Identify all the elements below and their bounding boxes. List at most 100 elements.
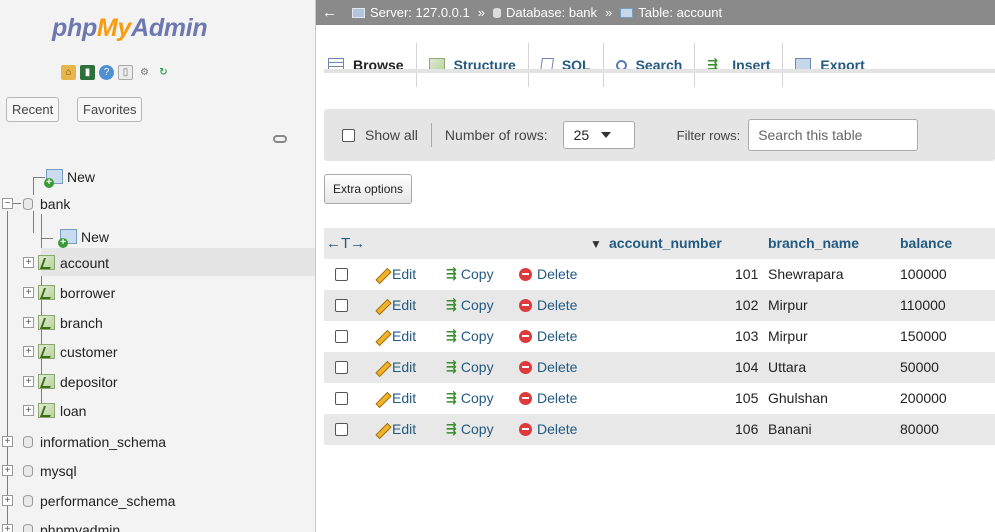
logo-php: php xyxy=(52,14,97,42)
delete-link[interactable]: Delete xyxy=(519,266,577,282)
edit-link[interactable]: Edit xyxy=(374,390,416,406)
copy-link[interactable]: ⇶ Copy xyxy=(446,390,494,406)
nav-table-loan[interactable]: loan xyxy=(38,396,86,425)
copy-icon: ⇶ xyxy=(446,359,457,374)
delete-label: Delete xyxy=(537,297,578,313)
edit-label: Edit xyxy=(392,266,417,282)
expand-icon[interactable]: + xyxy=(23,257,34,268)
copy-link[interactable]: ⇶ Copy xyxy=(446,421,494,437)
breadcrumb-table[interactable]: Table: account xyxy=(638,5,722,20)
expand-icon[interactable]: + xyxy=(23,287,34,298)
column-header-branch-name[interactable]: branch_name xyxy=(768,235,859,251)
logout-icon[interactable]: ▮ xyxy=(80,65,95,80)
breadcrumb-server[interactable]: Server: 127.0.0.1 xyxy=(370,5,470,20)
breadcrumb-database[interactable]: Database: bank xyxy=(506,5,597,20)
row-checkbox[interactable] xyxy=(335,268,348,281)
docs-icon[interactable]: ▯ xyxy=(118,65,133,80)
nav-table-customer[interactable]: customer xyxy=(38,337,118,366)
tab-sql[interactable]: SQL xyxy=(528,43,604,87)
column-header-account-number[interactable]: account_number xyxy=(609,235,722,251)
cell-branch-name: Mirpur xyxy=(768,328,808,344)
show-all-label[interactable]: Show all xyxy=(365,127,418,143)
row-checkbox[interactable] xyxy=(335,423,348,436)
filter-rows-label: Filter rows: xyxy=(676,127,741,143)
tab-browse[interactable]: Browse xyxy=(316,43,417,87)
table-icon xyxy=(38,344,55,359)
nav-db-information-schema[interactable]: information_schema xyxy=(23,427,166,456)
copy-label: Copy xyxy=(460,297,494,313)
show-all-checkbox[interactable] xyxy=(342,128,355,142)
expand-icon[interactable]: + xyxy=(23,317,34,328)
delete-icon xyxy=(519,298,532,312)
edit-link[interactable]: Edit xyxy=(374,297,416,313)
table-row: Edit ⇶ Copy Delete 105 Ghulshan 200000 xyxy=(324,383,995,414)
reload-icon[interactable]: ↻ xyxy=(156,65,171,80)
nav-new-database[interactable]: New xyxy=(44,162,95,191)
nav-db-bank[interactable]: bank xyxy=(23,189,70,218)
edit-link[interactable]: Edit xyxy=(374,359,416,375)
table-icon xyxy=(620,7,634,18)
navigation-panel: phpMyAdmin ⌂ ▮ ? ▯ ⚙ ↻ Recent Favorites … xyxy=(0,0,316,532)
nav-bank-new-table[interactable]: New xyxy=(58,222,109,251)
edit-link[interactable]: Edit xyxy=(374,328,416,344)
row-checkbox[interactable] xyxy=(335,361,348,374)
expand-icon[interactable]: + xyxy=(2,436,13,447)
settings-icon[interactable]: ⚙ xyxy=(137,65,152,80)
nav-table-label: borrower xyxy=(60,284,116,301)
collapse-icon[interactable]: − xyxy=(2,198,13,209)
link-icon[interactable] xyxy=(273,135,287,143)
expand-icon[interactable]: + xyxy=(23,405,34,416)
tab-search[interactable]: Search xyxy=(603,43,696,87)
cell-branch-name: Mirpur xyxy=(768,297,808,313)
tab-structure[interactable]: Structure xyxy=(416,43,529,87)
delete-link[interactable]: Delete xyxy=(519,390,577,406)
extra-options-button[interactable]: Extra options xyxy=(324,174,413,204)
column-header-balance[interactable]: balance xyxy=(900,235,952,251)
row-checkbox[interactable] xyxy=(335,330,348,343)
edit-link[interactable]: Edit xyxy=(374,266,416,282)
nav-db-performance-schema[interactable]: performance_schema xyxy=(23,486,175,515)
nav-table-branch[interactable]: branch xyxy=(38,308,103,337)
copy-link[interactable]: ⇶ Copy xyxy=(446,297,494,313)
copy-link[interactable]: ⇶ Copy xyxy=(446,266,494,282)
favorites-button[interactable]: Favorites xyxy=(77,97,143,122)
delete-link[interactable]: Delete xyxy=(519,297,577,313)
help-icon[interactable]: ? xyxy=(99,65,114,80)
recent-button[interactable]: Recent xyxy=(6,97,60,122)
table-icon xyxy=(38,374,55,389)
cell-balance: 150000 xyxy=(900,328,947,344)
nav-db-phpmyadmin[interactable]: phpmyadmin xyxy=(23,515,120,532)
cell-balance: 200000 xyxy=(900,390,947,406)
expand-icon[interactable]: + xyxy=(2,465,13,476)
expand-icon[interactable]: + xyxy=(2,524,13,532)
server-icon xyxy=(352,7,365,18)
delete-icon xyxy=(519,360,532,374)
row-checkbox[interactable] xyxy=(335,392,348,405)
sort-dropdown-icon[interactable]: ▼ xyxy=(590,237,602,251)
expand-icon[interactable]: + xyxy=(23,376,34,387)
nav-table-account[interactable]: account xyxy=(38,248,109,277)
nav-db-mysql[interactable]: mysql xyxy=(23,456,77,485)
nav-table-depositor[interactable]: depositor xyxy=(38,367,118,396)
delete-link[interactable]: Delete xyxy=(519,421,577,437)
back-arrow-icon[interactable]: ← xyxy=(322,4,337,21)
phpmyadmin-logo[interactable]: phpMyAdmin xyxy=(52,14,208,43)
edit-link[interactable]: Edit xyxy=(374,421,416,437)
nav-icon-bar: ⌂ ▮ ? ▯ ⚙ ↻ xyxy=(61,65,171,80)
home-icon[interactable]: ⌂ xyxy=(61,65,76,80)
delete-link[interactable]: Delete xyxy=(519,359,577,375)
delete-link[interactable]: Delete xyxy=(519,328,577,344)
copy-link[interactable]: ⇶ Copy xyxy=(446,359,494,375)
copy-link[interactable]: ⇶ Copy xyxy=(446,328,494,344)
rows-select[interactable]: 25 xyxy=(562,121,635,149)
tree-line xyxy=(7,211,8,532)
row-checkbox[interactable] xyxy=(335,299,348,312)
cell-branch-name: Banani xyxy=(768,421,812,437)
expand-icon[interactable]: + xyxy=(2,495,13,506)
search-table-input[interactable]: Search this table xyxy=(748,119,919,151)
tab-insert[interactable]: ⇶ Insert xyxy=(695,43,784,87)
nav-table-borrower[interactable]: borrower xyxy=(38,278,115,307)
tab-export[interactable]: Export xyxy=(783,43,877,87)
expand-icon[interactable]: + xyxy=(23,346,34,357)
column-arrows-icon[interactable]: ←T→ xyxy=(326,235,365,252)
